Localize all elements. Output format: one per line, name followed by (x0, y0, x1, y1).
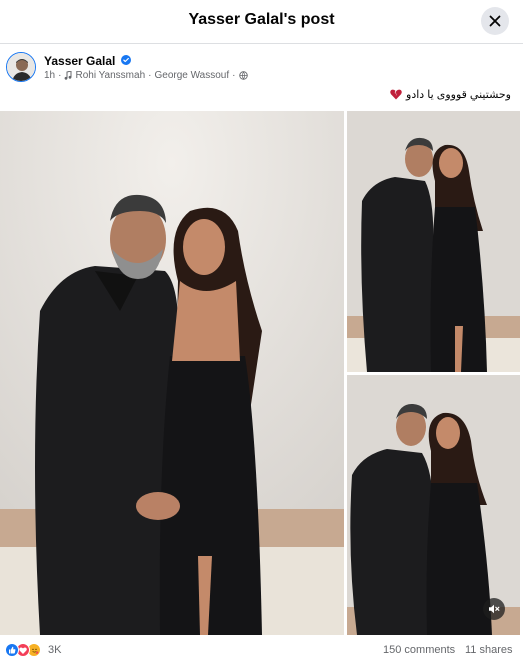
mute-button[interactable] (483, 598, 505, 620)
author-name[interactable]: Yasser Galal (44, 54, 115, 68)
globe-icon (238, 71, 248, 80)
song-artist[interactable]: George Wassouf (154, 70, 229, 81)
song-title[interactable]: Rohi Yanssmah (75, 70, 145, 81)
close-button[interactable] (481, 7, 509, 35)
meta-separator: · (232, 70, 236, 81)
photo-top-right-image (347, 111, 520, 372)
broken-heart-icon (390, 89, 402, 100)
avatar[interactable] (6, 52, 36, 82)
photo-top-right[interactable] (347, 111, 520, 372)
shares-count[interactable]: 11 shares (465, 644, 513, 656)
meta-separator: · (148, 70, 152, 81)
caption-text: وحشتيني قوووى يا دادو (406, 89, 511, 101)
comments-count[interactable]: 150 comments (383, 644, 455, 656)
post-footer: 3K 150 comments 11 shares (0, 636, 523, 664)
photo-main-image (0, 111, 344, 635)
verified-badge-icon (121, 55, 131, 65)
avatar-image (7, 53, 35, 81)
meta-separator: · (58, 70, 62, 81)
post-caption: وحشتيني قوووى يا دادو (390, 88, 511, 101)
photo-bottom-right[interactable] (347, 375, 520, 635)
photo-main[interactable] (0, 111, 344, 635)
close-icon (489, 15, 501, 27)
dialog-title: Yasser Galal's post (188, 11, 335, 28)
speaker-muted-icon (489, 604, 500, 614)
music-note-icon (65, 71, 72, 80)
post-dialog-header: Yasser Galal's post (0, 0, 523, 44)
post-meta: 1h · Rohi Yanssmah · George Wassouf · (44, 70, 248, 81)
photo-bottom-right-image (347, 375, 520, 635)
reaction-icons[interactable] (5, 643, 41, 657)
post-time[interactable]: 1h (44, 70, 55, 81)
like-reaction-icon (5, 643, 19, 657)
reaction-count[interactable]: 3K (48, 644, 61, 656)
